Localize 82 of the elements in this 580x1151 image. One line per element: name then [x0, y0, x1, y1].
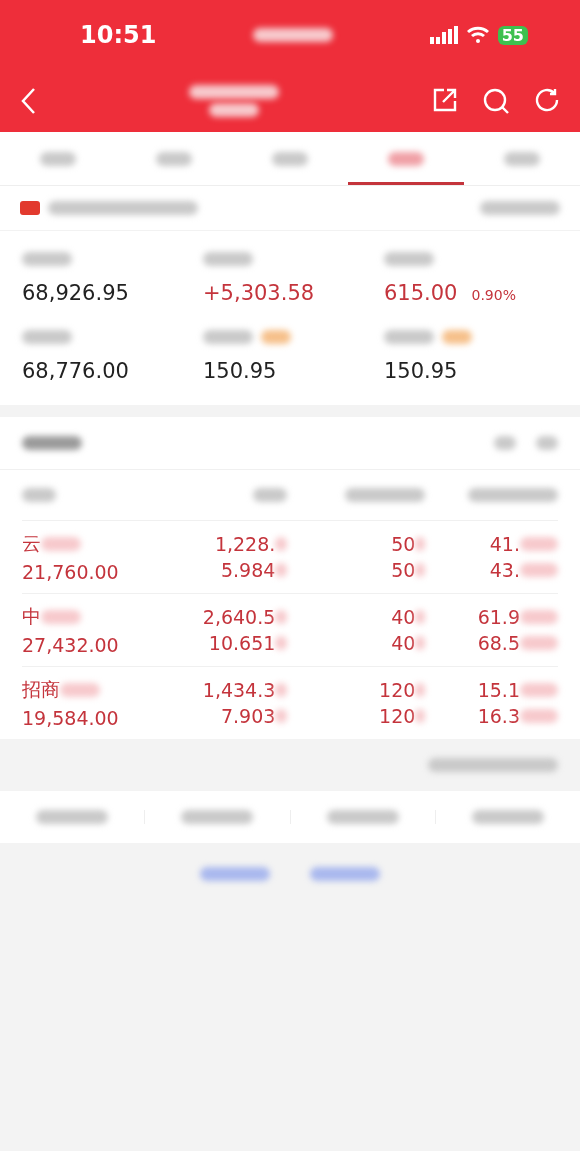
- back-icon[interactable]: [20, 87, 36, 115]
- blurred-text: [40, 151, 76, 166]
- profit-value: 1,434.3: [202, 679, 276, 701]
- search-icon[interactable]: [482, 87, 510, 115]
- blurred-text: [41, 537, 81, 551]
- available-qty: 50: [391, 559, 416, 581]
- blurred-text: [41, 610, 81, 624]
- market-value: 19,584.00: [22, 707, 119, 729]
- blurred-text: [60, 683, 100, 697]
- position-qty: 50: [391, 533, 416, 555]
- stock-name: 招商: [22, 677, 60, 702]
- position-qty: 120: [379, 679, 416, 701]
- blurred-text: [275, 610, 288, 624]
- blurred-text: [384, 252, 434, 266]
- blurred-text: [209, 103, 259, 117]
- blurred-text: [22, 252, 72, 266]
- value-text: +5,303.58: [203, 281, 315, 305]
- available-qty: 120: [379, 705, 416, 727]
- stock-name: 中: [22, 604, 41, 629]
- value-text: 150.95: [203, 359, 277, 383]
- value-text: 68,776.00: [22, 359, 129, 383]
- position-qty: 40: [391, 606, 416, 628]
- blurred-text: [156, 151, 192, 166]
- blurred-text: [275, 636, 288, 650]
- blurred-text: [275, 709, 288, 723]
- battery-indicator: 55: [497, 25, 528, 45]
- stock-name: 云: [22, 531, 41, 556]
- profit-percent: 10.651: [208, 632, 276, 654]
- blurred-text: [275, 683, 288, 697]
- blurred-text: [415, 683, 426, 697]
- blurred-text: [275, 563, 288, 577]
- profit-value: 1,228.: [214, 533, 276, 555]
- current-price: 43.: [489, 559, 520, 581]
- blurred-text: [520, 563, 558, 577]
- value-text: 68,926.95: [22, 281, 129, 305]
- blurred-text: [520, 610, 558, 624]
- blurred-text: [200, 867, 270, 881]
- blurred-text: [442, 330, 472, 344]
- cost-price: 41.: [489, 533, 520, 555]
- profit-percent: 7.903: [220, 705, 276, 727]
- market-value: 27,432.00: [22, 634, 119, 656]
- current-price: 68.5: [477, 632, 520, 654]
- blurred-text: [536, 436, 558, 450]
- cost-price: 15.1: [477, 679, 520, 701]
- value-text: 150.95: [384, 359, 458, 383]
- cost-price: 61.9: [477, 606, 520, 628]
- blurred-text: [520, 683, 558, 697]
- refresh-icon[interactable]: [534, 87, 560, 113]
- profit-percent: 5.984: [220, 559, 276, 581]
- blurred-text: [520, 709, 558, 723]
- flag-icon: [20, 201, 40, 215]
- blurred-text: [504, 151, 540, 166]
- blurred-text: [415, 610, 426, 624]
- blurred-text: [22, 436, 82, 450]
- blurred-text: [415, 709, 426, 723]
- blurred-text: [310, 867, 380, 881]
- market-value: 21,760.00: [22, 561, 119, 583]
- blurred-text: [520, 636, 558, 650]
- status-time: 10:51: [80, 21, 157, 49]
- available-qty: 40: [391, 632, 416, 654]
- blurred-text: [22, 330, 72, 344]
- blurred-text: [384, 330, 434, 344]
- blurred-text: [415, 636, 426, 650]
- blurred-text: [520, 537, 558, 551]
- blurred-text: [203, 330, 253, 344]
- current-price: 16.3: [477, 705, 520, 727]
- share-icon[interactable]: [432, 87, 458, 113]
- blurred-text: [415, 537, 426, 551]
- blurred-text: [203, 252, 253, 266]
- profit-value: 2,640.5: [202, 606, 276, 628]
- blurred-text: [253, 488, 288, 502]
- value-text: 615.00: [384, 281, 458, 305]
- blurred-text: [494, 436, 516, 450]
- signal-icon: [429, 26, 458, 44]
- percent-text: 0.90%: [471, 287, 516, 303]
- blurred-text: [272, 151, 308, 166]
- wifi-icon: [465, 26, 490, 44]
- blurred-text: [415, 563, 426, 577]
- blurred-text: [388, 151, 424, 166]
- blurred-text: [22, 488, 56, 502]
- blurred-text: [275, 537, 288, 551]
- blurred-text: [261, 330, 291, 344]
